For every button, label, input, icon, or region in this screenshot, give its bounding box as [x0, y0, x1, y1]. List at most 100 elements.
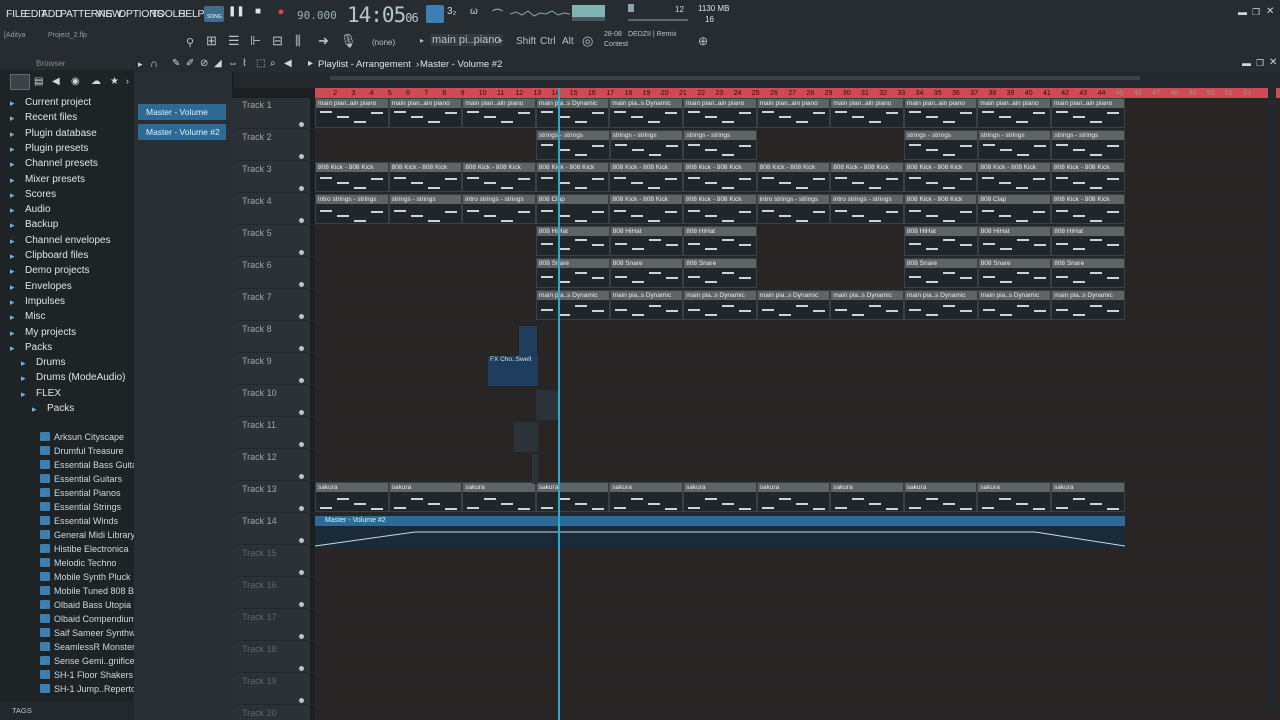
audio-clip-t11[interactable] [514, 422, 538, 452]
clip[interactable]: 808 Snare [977, 258, 1052, 288]
clip[interactable]: intro strings - strings [830, 194, 904, 224]
track-label[interactable]: Track 7 [242, 292, 272, 302]
clip[interactable]: main pian..ain piano [683, 98, 757, 128]
playlist-maximize-button[interactable]: ❐ [1256, 58, 1264, 69]
track-label[interactable]: Track 13 [242, 484, 277, 494]
track-mute-dot[interactable] [299, 282, 304, 287]
track-mute-dot[interactable] [299, 570, 304, 575]
track-label[interactable]: Track 2 [242, 132, 272, 142]
stop-button[interactable]: ■ [250, 6, 266, 22]
minimize-button[interactable]: ▬ [1238, 7, 1247, 17]
clip[interactable]: main pian..ain piano [1051, 98, 1125, 128]
playback-tool-icon[interactable]: ◀ [284, 58, 292, 69]
clip[interactable]: main pian..ain piano [756, 98, 831, 128]
horizontal-scroll[interactable] [330, 76, 1140, 80]
browser-file-icon[interactable]: ▤ [34, 76, 43, 87]
clip[interactable]: strings - strings [904, 130, 978, 160]
clip[interactable]: 808 Snare [536, 258, 610, 288]
news-icon[interactable]: ◎ [582, 33, 593, 49]
slice-tool-icon[interactable]: ⌇ [242, 58, 247, 69]
track-mute-dot[interactable] [299, 410, 304, 415]
cut-icon[interactable]: ⊞ [206, 33, 217, 49]
track-mute-dot[interactable] [299, 186, 304, 191]
menu-help[interactable]: HELP [178, 8, 205, 20]
track-label[interactable]: Track 17 [242, 612, 277, 622]
clip[interactable]: intro strings - strings [756, 194, 831, 224]
mixer-icon[interactable]: ⊟ [272, 33, 283, 49]
clip[interactable]: 808 Kick - 808 Kick [756, 162, 831, 192]
play-button[interactable]: ❚❚ [228, 6, 245, 22]
track-label[interactable]: Track 5 [242, 228, 272, 238]
clip[interactable]: 808 Kick - 808 Kick [388, 162, 463, 192]
clip[interactable]: strings - strings [1051, 130, 1125, 160]
clip[interactable]: 808 Kick - 808 Kick [462, 162, 536, 192]
clip[interactable]: intro strings - strings [315, 194, 389, 224]
track-mute-dot[interactable] [299, 506, 304, 511]
clip[interactable]: sakura [462, 482, 536, 512]
master-volume-slider[interactable] [628, 19, 688, 21]
record-button[interactable]: ● [273, 6, 289, 22]
clip[interactable]: main pian..ain piano [388, 98, 463, 128]
clip[interactable]: sakura [756, 482, 831, 512]
clip[interactable]: strings - strings [388, 194, 463, 224]
clip[interactable]: main pia..s Dynamic [830, 290, 904, 320]
clip[interactable]: 808 Kick - 808 Kick [609, 162, 683, 192]
track-mute-dot[interactable] [299, 666, 304, 671]
tempo-display[interactable]: 90.000 [297, 9, 337, 22]
automation-clip-t8[interactable] [519, 326, 537, 356]
browser-more-icon[interactable]: › [126, 76, 129, 86]
clip[interactable]: main pia..s Dynamic [535, 98, 610, 128]
pattern-song-icon[interactable] [426, 5, 444, 23]
clip[interactable]: 808 Snare [1051, 258, 1125, 288]
track-label[interactable]: Track 9 [242, 356, 272, 366]
track-label[interactable]: Track 20 [242, 708, 277, 718]
clip[interactable]: 808 Kick - 808 Kick [1051, 162, 1125, 192]
clip[interactable]: 808 Kick - 808 Kick [535, 162, 610, 192]
clip[interactable]: main pian..ain piano [903, 98, 978, 128]
clip[interactable]: sakura [977, 482, 1051, 512]
clip[interactable]: sakura [315, 482, 389, 512]
clip[interactable]: 808 Kick - 808 Kick [1051, 194, 1125, 224]
draw-tool-icon[interactable]: ✎ [172, 58, 180, 69]
clip[interactable]: 808 Snare [904, 258, 978, 288]
playlist-menu-icon[interactable]: ▸ [138, 59, 143, 70]
track-label[interactable]: Track 19 [242, 676, 277, 686]
shift-button[interactable]: Shift [516, 36, 536, 47]
song-mode-toggle[interactable]: SONG [204, 6, 224, 22]
magnet-icon[interactable]: ∩ [150, 58, 158, 70]
audio-clip-t10[interactable] [536, 390, 558, 420]
clip[interactable]: 808 Kick - 808 Kick [903, 162, 978, 192]
channel-rack-icon[interactable]: ☰ [228, 33, 240, 49]
clip[interactable]: 808 Kick - 808 Kick [903, 194, 978, 224]
playlist-minimize-button[interactable]: ▬ [1242, 58, 1251, 68]
clip[interactable]: main pia..s Dynamic [609, 98, 683, 128]
clip[interactable]: sakura [609, 482, 683, 512]
paint-tool-icon[interactable]: ✐ [186, 58, 194, 69]
clip[interactable]: main pia..s Dynamic [977, 290, 1052, 320]
automation-clip-t14[interactable]: Master - Volume #2 [315, 516, 1125, 548]
clip[interactable]: main pia..s Dynamic [904, 290, 978, 320]
preset-select[interactable]: (none) [372, 38, 395, 47]
clip[interactable]: 808 Clap [977, 194, 1051, 224]
track-label[interactable]: Track 1 [242, 100, 272, 110]
snap-icon[interactable]: ⚲ [186, 36, 194, 49]
audio-clip-t12[interactable] [532, 454, 538, 484]
clip[interactable]: 808 Kick - 808 Kick [977, 162, 1051, 192]
vertical-scroll[interactable] [1268, 72, 1276, 712]
pattern-arrow-icon[interactable]: ▸ [420, 36, 424, 45]
clip[interactable]: 808 HiHat [536, 226, 610, 256]
close-button[interactable]: ✕ [1266, 6, 1274, 17]
alt-button[interactable]: Alt [562, 36, 574, 47]
track-mute-dot[interactable] [299, 538, 304, 543]
track-label[interactable]: Track 12 [242, 452, 277, 462]
select-tool-icon[interactable]: ⬚ [256, 58, 265, 69]
clip[interactable]: 808 Snare [683, 258, 757, 288]
track-label[interactable]: Track 6 [242, 260, 272, 270]
mic-icon[interactable]: 🎙 [340, 33, 357, 49]
track-label[interactable]: Track 4 [242, 196, 272, 206]
tags-label[interactable]: TAGS [12, 706, 32, 715]
track-mute-dot[interactable] [299, 250, 304, 255]
track-mute-dot[interactable] [299, 634, 304, 639]
clip[interactable]: strings - strings [683, 130, 757, 160]
mute-tool-icon[interactable]: ◢ [214, 58, 222, 69]
